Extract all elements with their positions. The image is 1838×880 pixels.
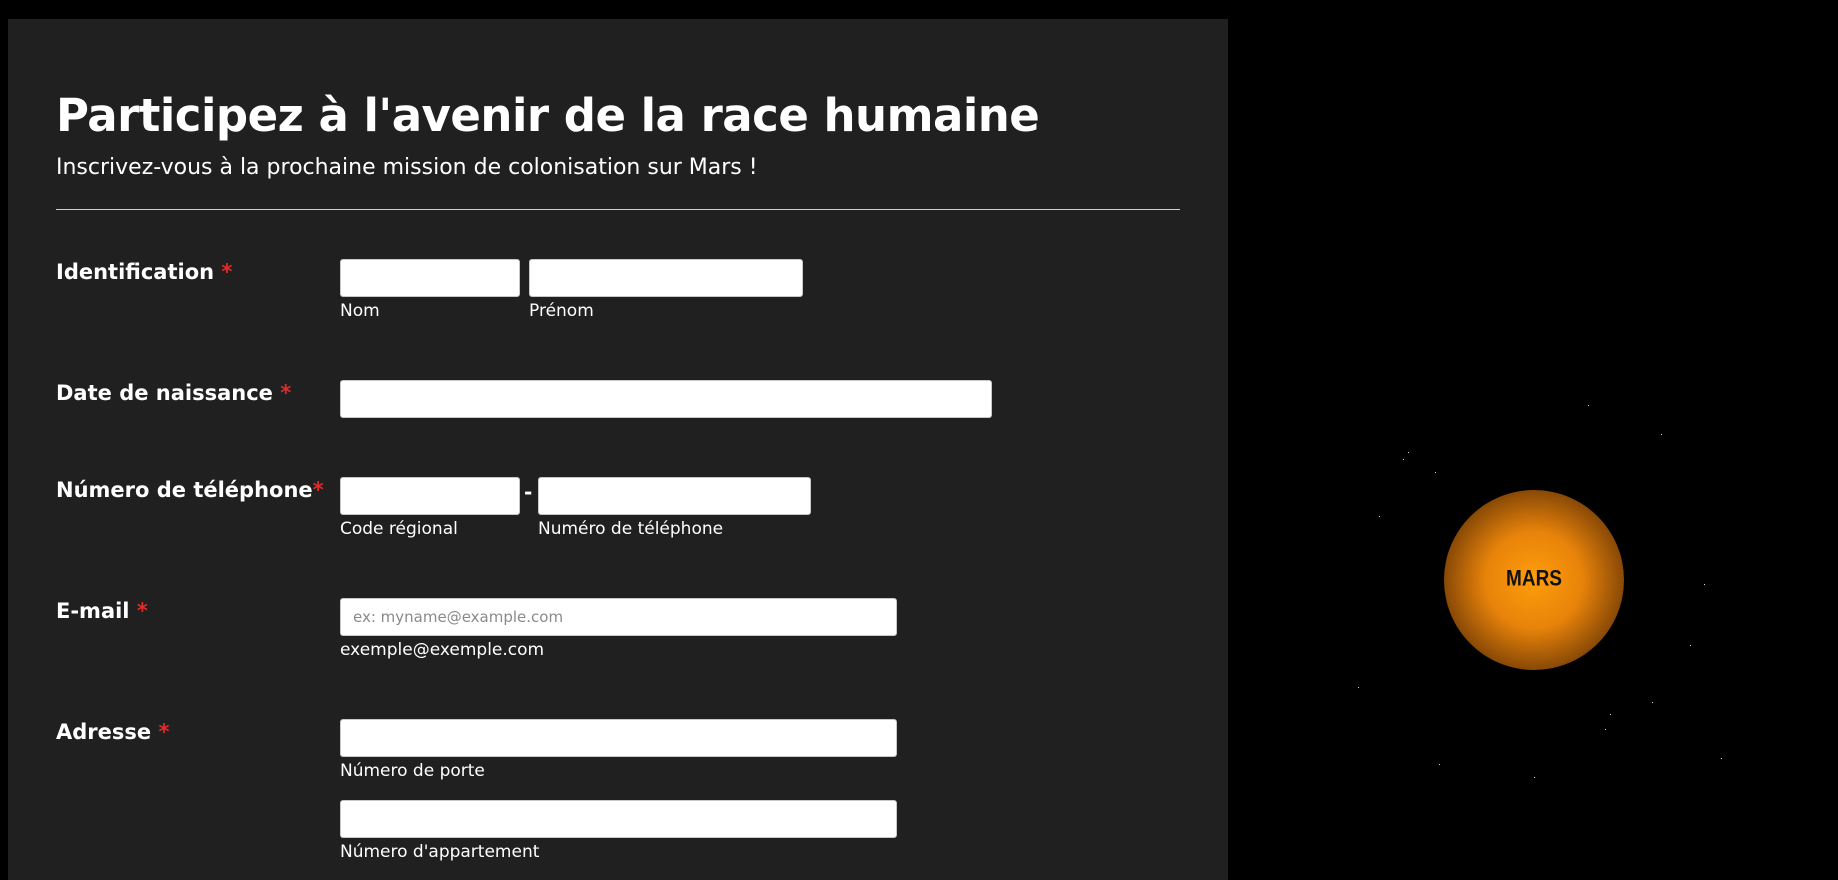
star [1704, 584, 1705, 585]
mars-planet: MARS [1444, 490, 1624, 670]
birthdate-label: Date de naissance * [56, 381, 291, 405]
header-divider [56, 209, 1180, 210]
phone-number-input[interactable] [538, 477, 811, 515]
identification-label: Identification * [56, 260, 232, 284]
email-input[interactable] [340, 598, 897, 636]
area-code-input[interactable] [340, 477, 520, 515]
star [1534, 777, 1535, 778]
birthdate-label-text: Date de naissance [56, 381, 273, 405]
birthdate-input[interactable] [340, 380, 992, 418]
first-name-input[interactable] [529, 259, 803, 297]
star [1588, 405, 1589, 406]
first-name-sublabel: Prénom [529, 301, 594, 321]
required-marker: * [136, 599, 148, 623]
apartment-number-sublabel: Número d'appartement [340, 842, 540, 862]
apartment-number-input[interactable] [340, 800, 897, 838]
last-name-sublabel: Nom [340, 301, 380, 321]
star [1652, 702, 1653, 703]
last-name-input[interactable] [340, 259, 520, 297]
form-panel: Participez à l'avenir de la race humaine… [8, 19, 1228, 880]
star [1403, 459, 1404, 460]
email-label: E-mail * [56, 599, 148, 623]
door-number-sublabel: Número de porte [340, 761, 485, 781]
page-title: Participez à l'avenir de la race humaine [56, 89, 1040, 142]
planet-label: MARS [1506, 567, 1562, 592]
page: Participez à l'avenir de la race humaine… [0, 0, 1838, 880]
page-subtitle: Inscrivez-vous à la prochaine mission de… [56, 155, 758, 180]
star [1435, 472, 1436, 473]
phone-label-text: Número de téléphone [56, 478, 313, 502]
area-code-sublabel: Code régional [340, 519, 458, 539]
door-number-input[interactable] [340, 719, 897, 757]
required-marker: * [158, 720, 170, 744]
address-label: Adresse * [56, 720, 169, 744]
star [1690, 645, 1691, 646]
star [1610, 714, 1611, 715]
star [1408, 452, 1409, 453]
phone-label: Número de téléphone* [56, 478, 324, 502]
required-marker: * [312, 478, 324, 502]
phone-number-sublabel: Numéro de téléphone [538, 519, 724, 539]
star [1358, 687, 1359, 688]
email-label-text: E-mail [56, 599, 130, 623]
star [1661, 434, 1662, 435]
star [1721, 758, 1722, 759]
address-label-text: Adresse [56, 720, 152, 744]
space-illustration: MARS [1228, 0, 1838, 880]
star [1379, 516, 1380, 517]
star [1605, 729, 1606, 730]
star [1439, 764, 1440, 765]
required-marker: * [221, 260, 233, 284]
email-sublabel: exemple@exemple.com [340, 640, 545, 660]
phone-separator: - [524, 480, 533, 504]
required-marker: * [280, 381, 292, 405]
identification-label-text: Identification [56, 260, 215, 284]
